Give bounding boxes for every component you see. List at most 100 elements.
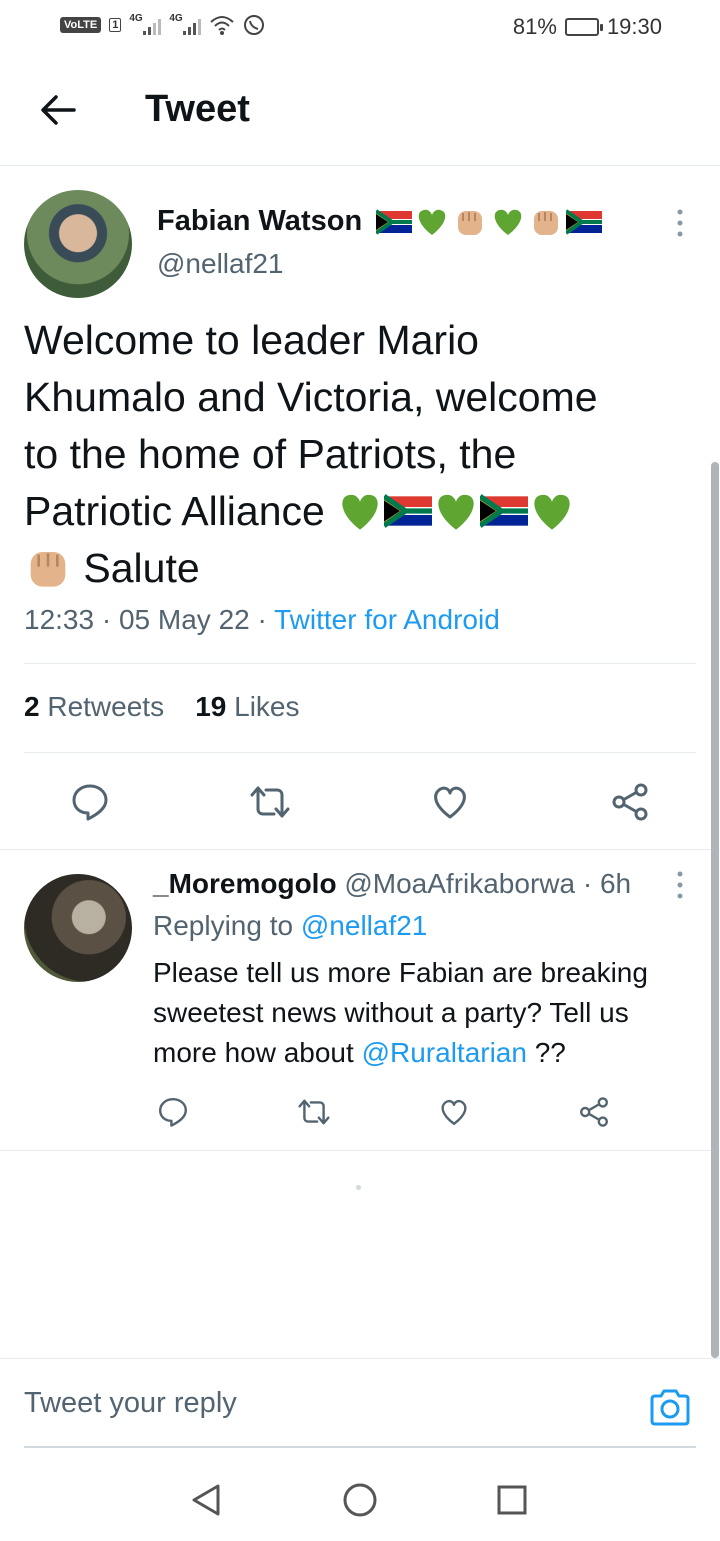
green-heart-icon	[438, 494, 474, 530]
tweet-time: 12:33	[24, 604, 95, 635]
author-handle[interactable]: @nellaf21	[157, 248, 284, 280]
retweets-label: Retweets	[47, 691, 165, 722]
flag-za-icon	[376, 209, 413, 235]
retweet-icon	[298, 1099, 330, 1125]
author-avatar[interactable]	[24, 190, 132, 298]
nav-back-button[interactable]	[184, 1478, 228, 1522]
vertical-dots-icon	[677, 209, 683, 237]
retweets-stat[interactable]: 2 Retweets	[24, 691, 164, 722]
separator: ·	[101, 604, 112, 635]
wifi-icon	[210, 16, 235, 35]
reply-retweet-button[interactable]	[292, 1090, 336, 1134]
whatsapp-icon	[244, 15, 265, 35]
more-options-button[interactable]	[668, 208, 692, 238]
share-icon	[580, 1097, 608, 1127]
system-nav-bar	[0, 1460, 720, 1541]
reply-actions	[0, 1090, 720, 1134]
green-heart-icon	[342, 494, 378, 530]
reply-like-button[interactable]	[432, 1090, 476, 1134]
tweet-line: to the home of Patriots, the	[24, 431, 517, 477]
share-button[interactable]	[608, 780, 652, 824]
mention-link[interactable]: @Ruraltarian	[362, 1037, 527, 1068]
flag-za-icon	[480, 494, 529, 528]
circle-home-icon	[343, 1483, 377, 1517]
divider	[24, 752, 696, 753]
reply-input[interactable]	[24, 1359, 624, 1447]
share-icon	[612, 783, 648, 821]
like-button[interactable]	[428, 780, 472, 824]
nav-recents-button[interactable]	[490, 1478, 534, 1522]
reply-more-options-button[interactable]	[668, 870, 692, 900]
retweet-icon	[250, 786, 290, 818]
retweet-button[interactable]	[248, 780, 292, 824]
tweet-line: Patriotic Alliance	[24, 483, 704, 540]
reply-share-button[interactable]	[572, 1090, 616, 1134]
replying-to-link[interactable]: @nellaf21	[301, 910, 428, 941]
likes-stat[interactable]: 19 Likes	[195, 691, 299, 722]
tweet-line-text: Patriotic Alliance	[24, 488, 325, 534]
name-emojis	[376, 207, 603, 237]
comment-icon	[159, 1098, 187, 1127]
replying-to: Replying to @nellaf21	[153, 910, 427, 942]
author-name-text: Fabian Watson	[157, 205, 363, 237]
heart-icon	[434, 786, 466, 819]
replying-label: Replying to	[153, 910, 294, 941]
green-heart-icon	[418, 210, 446, 236]
raised-fist-icon	[458, 211, 483, 236]
divider	[24, 663, 696, 664]
separator: ·	[582, 868, 593, 899]
clock: 19:30	[606, 14, 662, 39]
battery-icon	[564, 18, 603, 36]
divider	[0, 1150, 720, 1151]
camera-icon	[650, 1389, 690, 1426]
sim-number: 1	[109, 18, 122, 32]
tweet-line: Khumalo and Victoria, welcome	[24, 374, 598, 420]
app-header: Tweet	[0, 56, 720, 166]
tweet-source-link[interactable]: Twitter for Android	[274, 604, 500, 635]
reply-age: 6h	[599, 868, 632, 899]
separator: ·	[257, 604, 267, 635]
green-heart-icon	[534, 494, 570, 530]
reply-text-tail: ??	[534, 1037, 566, 1068]
reply-text: Please tell us more Fabian are breaking …	[153, 953, 693, 1073]
author-name[interactable]: Fabian Watson	[157, 205, 603, 238]
comment-icon	[72, 784, 108, 821]
loading-indicator	[356, 1185, 361, 1190]
reply-author-handle[interactable]: @MoaAfrikaborwa	[344, 868, 575, 899]
arrow-left-icon	[41, 95, 76, 125]
back-button[interactable]	[34, 88, 82, 132]
scrollbar[interactable]	[711, 462, 719, 1358]
tweet-line: Welcome to leader Mario	[24, 317, 479, 363]
flag-za-icon	[384, 494, 433, 528]
tweet-line: Salute	[24, 540, 704, 597]
status-bar: VoLTE 1 4G 4G 81% 19:30	[0, 0, 720, 56]
triangle-back-icon	[192, 1484, 220, 1516]
divider	[0, 849, 720, 850]
square-recents-icon	[497, 1485, 527, 1515]
tweet-actions	[0, 770, 720, 832]
nav-home-button[interactable]	[338, 1478, 382, 1522]
reply-author-avatar[interactable]	[24, 874, 132, 982]
reply-author-name[interactable]: _Moremogolo	[153, 868, 337, 899]
camera-button[interactable]	[648, 1387, 696, 1429]
green-heart-icon	[494, 210, 522, 236]
tweet-line-text: Salute	[83, 545, 200, 591]
reply-header: _Moremogolo @MoaAfrikaborwa · 6h	[153, 868, 631, 900]
status-bar-right: 81% 19:30	[513, 14, 662, 40]
likes-label: Likes	[234, 691, 300, 722]
battery-percent: 81%	[512, 14, 557, 39]
reply-composer	[0, 1358, 720, 1448]
raised-fist-icon	[534, 211, 559, 236]
heart-icon	[441, 1099, 467, 1126]
tweet-date: 05 May 22	[118, 604, 250, 635]
raised-fist-icon	[30, 552, 66, 587]
tweet-text: Welcome to leader Mario Khumalo and Vict…	[24, 312, 704, 597]
retweets-count: 2	[24, 691, 40, 722]
tweet-meta: 12:33 · 05 May 22 · Twitter for Android	[24, 604, 500, 636]
vertical-dots-icon	[677, 871, 683, 899]
page-title: Tweet	[145, 88, 250, 130]
signal-icon: 4G	[169, 13, 202, 35]
tweet-stats: 2 Retweets 19 Likes	[24, 691, 300, 723]
reply-comment-button[interactable]	[151, 1090, 195, 1134]
reply-button[interactable]	[68, 780, 112, 824]
